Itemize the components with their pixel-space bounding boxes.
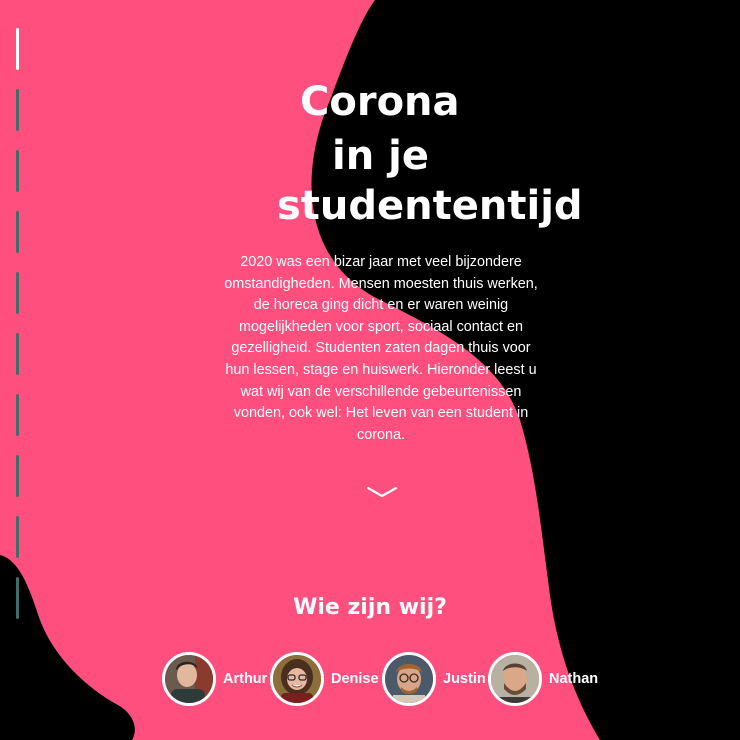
timeline-dash-icon[interactable] (16, 150, 19, 192)
member-denise[interactable]: Denise (270, 652, 379, 706)
avatar-photo-arthur (165, 655, 213, 703)
timeline-dash-icon[interactable] (16, 211, 19, 253)
page-title-line-2: in je (332, 133, 429, 179)
member-name[interactable]: Arthur (223, 671, 267, 687)
member-name[interactable]: Nathan (549, 671, 598, 687)
member-justin[interactable]: Justin (382, 652, 486, 706)
team-heading: Wie zijn wij? (293, 595, 447, 620)
member-nathan[interactable]: Nathan (488, 652, 598, 706)
page-title-line-1: Corona (300, 79, 460, 125)
timeline-dash-icon[interactable] (16, 272, 19, 314)
avatar[interactable] (488, 652, 542, 706)
avatar[interactable] (270, 652, 324, 706)
member-arthur[interactable]: Arthur (162, 652, 267, 706)
timeline-dash-icon[interactable] (16, 516, 19, 558)
avatar-photo-nathan (491, 655, 539, 703)
timeline-dash-icon[interactable] (16, 455, 19, 497)
timeline-dash-icon[interactable] (16, 89, 19, 131)
page-title-line-3: studententijd (277, 183, 583, 229)
timeline-dash-icon[interactable] (16, 333, 19, 375)
member-name[interactable]: Denise (331, 671, 379, 687)
timeline-bar[interactable] (12, 28, 24, 628)
avatar[interactable] (382, 652, 436, 706)
avatar-photo-justin (385, 655, 433, 703)
timeline-dash-icon[interactable] (16, 394, 19, 436)
intro-text: 2020 was een bizar jaar met veel bijzond… (224, 254, 538, 443)
chevron-down-icon[interactable] (366, 485, 398, 501)
timeline-dash-icon[interactable] (16, 28, 19, 70)
avatar[interactable] (162, 652, 216, 706)
avatar-photo-denise (273, 655, 321, 703)
member-name[interactable]: Justin (443, 671, 486, 687)
